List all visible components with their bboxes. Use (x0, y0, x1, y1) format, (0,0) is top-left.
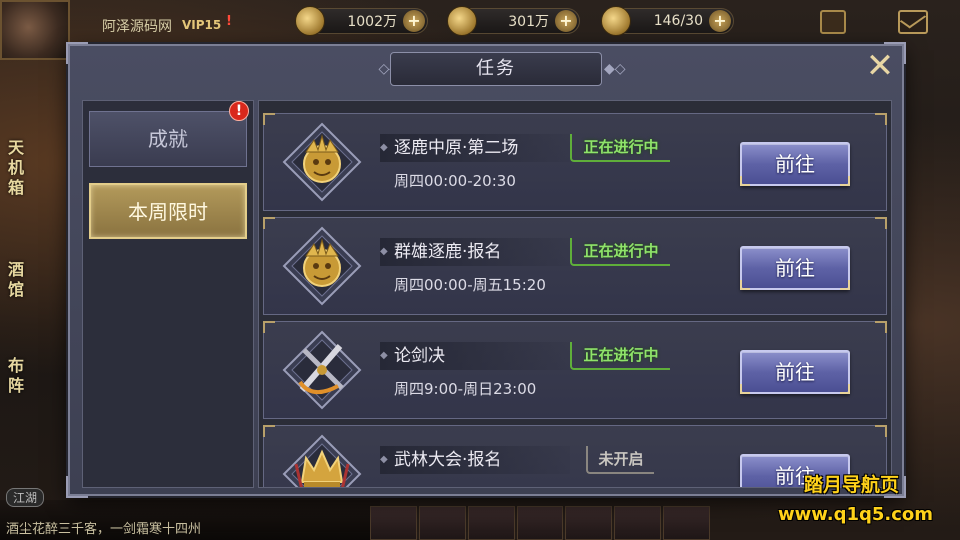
crossed-swords-emblem-icon (282, 330, 362, 410)
book-icon[interactable] (820, 10, 846, 34)
tab-sidebar: 成就 ! 本周限时 (82, 100, 254, 488)
hero-portrait-strip (370, 506, 711, 540)
golden-crown-emblem-icon (282, 434, 362, 487)
watermark-title: 踏月导航页 (804, 474, 900, 496)
hero-portrait (565, 506, 613, 540)
resource-ingot: 1002万 + (295, 6, 428, 36)
resource-coin: 301万 + (447, 6, 580, 36)
resource-value: 146/30 (653, 13, 703, 29)
task-name: 武林大会·报名 (380, 446, 570, 474)
side-label-formation[interactable]: 布阵 (8, 356, 32, 396)
task-dialog: ◇◆ 任务 ◆◇ ✕ 成就 ! 本周限时 逐鹿中原·第二场 正在进行中 周四00… (66, 42, 906, 498)
status-badge: 正在进行中 (570, 342, 670, 370)
hero-portrait (516, 506, 564, 540)
status-badge: 未开启 (586, 446, 654, 474)
task-time: 周四9:00-周日23:00 (394, 380, 537, 398)
add-ingot-button[interactable]: + (403, 10, 425, 32)
chat-channel-tag[interactable]: 江湖 (6, 488, 45, 507)
status-badge: 正在进行中 (570, 134, 670, 162)
task-time: 周四00:00-周五15:20 (394, 276, 546, 294)
task-name: 群雄逐鹿·报名 (380, 238, 570, 266)
hero-portrait (418, 506, 466, 540)
resource-value: 1002万 (347, 14, 397, 30)
go-button[interactable]: 前往 (740, 350, 850, 394)
alert-icon: ! (229, 101, 249, 121)
title-ornament-right: ◆◇ (604, 61, 626, 77)
add-coin-button[interactable]: + (555, 10, 577, 32)
player-name: 阿泽源码网 (102, 19, 172, 35)
player-avatar[interactable] (0, 0, 70, 60)
dialog-title: 任务 (390, 52, 602, 86)
task-row: 群雄逐鹿·报名 正在进行中 周四00:00-周五15:20 前往 (263, 217, 887, 315)
go-button[interactable]: 前往 (740, 142, 850, 186)
mail-icon[interactable] (898, 10, 928, 34)
chat-message: 酒尘花醉三千客，一剑霜寒十四州 (6, 522, 202, 537)
status-badge: 正在进行中 (570, 238, 670, 266)
task-row: 武林大会·报名 未开启 前往 (263, 425, 887, 487)
tab-achievements[interactable]: 成就 (89, 111, 247, 167)
hero-portrait (370, 506, 417, 540)
side-label-tianjixiang[interactable]: 天机箱 (8, 138, 32, 198)
task-name: 论剑决 (380, 342, 570, 370)
task-row: 论剑决 正在进行中 周四9:00-周日23:00 前往 (263, 321, 887, 419)
task-time: 周四00:00-20:30 (394, 172, 516, 190)
go-button[interactable]: 前往 (740, 246, 850, 290)
add-stamina-button[interactable]: + (709, 10, 731, 32)
close-icon[interactable]: ✕ (860, 48, 900, 88)
resource-value: 301万 (508, 14, 549, 30)
hero-portrait (614, 506, 662, 540)
task-row: 逐鹿中原·第二场 正在进行中 周四00:00-20:30 前往 (263, 113, 887, 211)
tab-weekly-limited[interactable]: 本周限时 (89, 183, 247, 239)
stamina-icon (601, 6, 631, 36)
task-list[interactable]: 逐鹿中原·第二场 正在进行中 周四00:00-20:30 前往 群雄逐鹿·报名 … (258, 100, 892, 488)
hero-portrait (663, 506, 711, 540)
coin-icon (447, 6, 477, 36)
side-label-tavern[interactable]: 酒馆 (8, 260, 32, 300)
watermark-url: www.q1q5.com (778, 504, 934, 525)
vip-alert-icon: ! (226, 14, 232, 29)
golden-beast-emblem-icon (282, 122, 362, 202)
frame-corner (66, 42, 88, 64)
hero-portrait (467, 506, 515, 540)
golden-beast-emblem-icon (282, 226, 362, 306)
vip-badge[interactable]: VIP15 (182, 18, 221, 32)
ingot-icon (295, 6, 325, 36)
resource-stamina: 146/30 + (601, 6, 734, 36)
task-name: 逐鹿中原·第二场 (380, 134, 570, 162)
